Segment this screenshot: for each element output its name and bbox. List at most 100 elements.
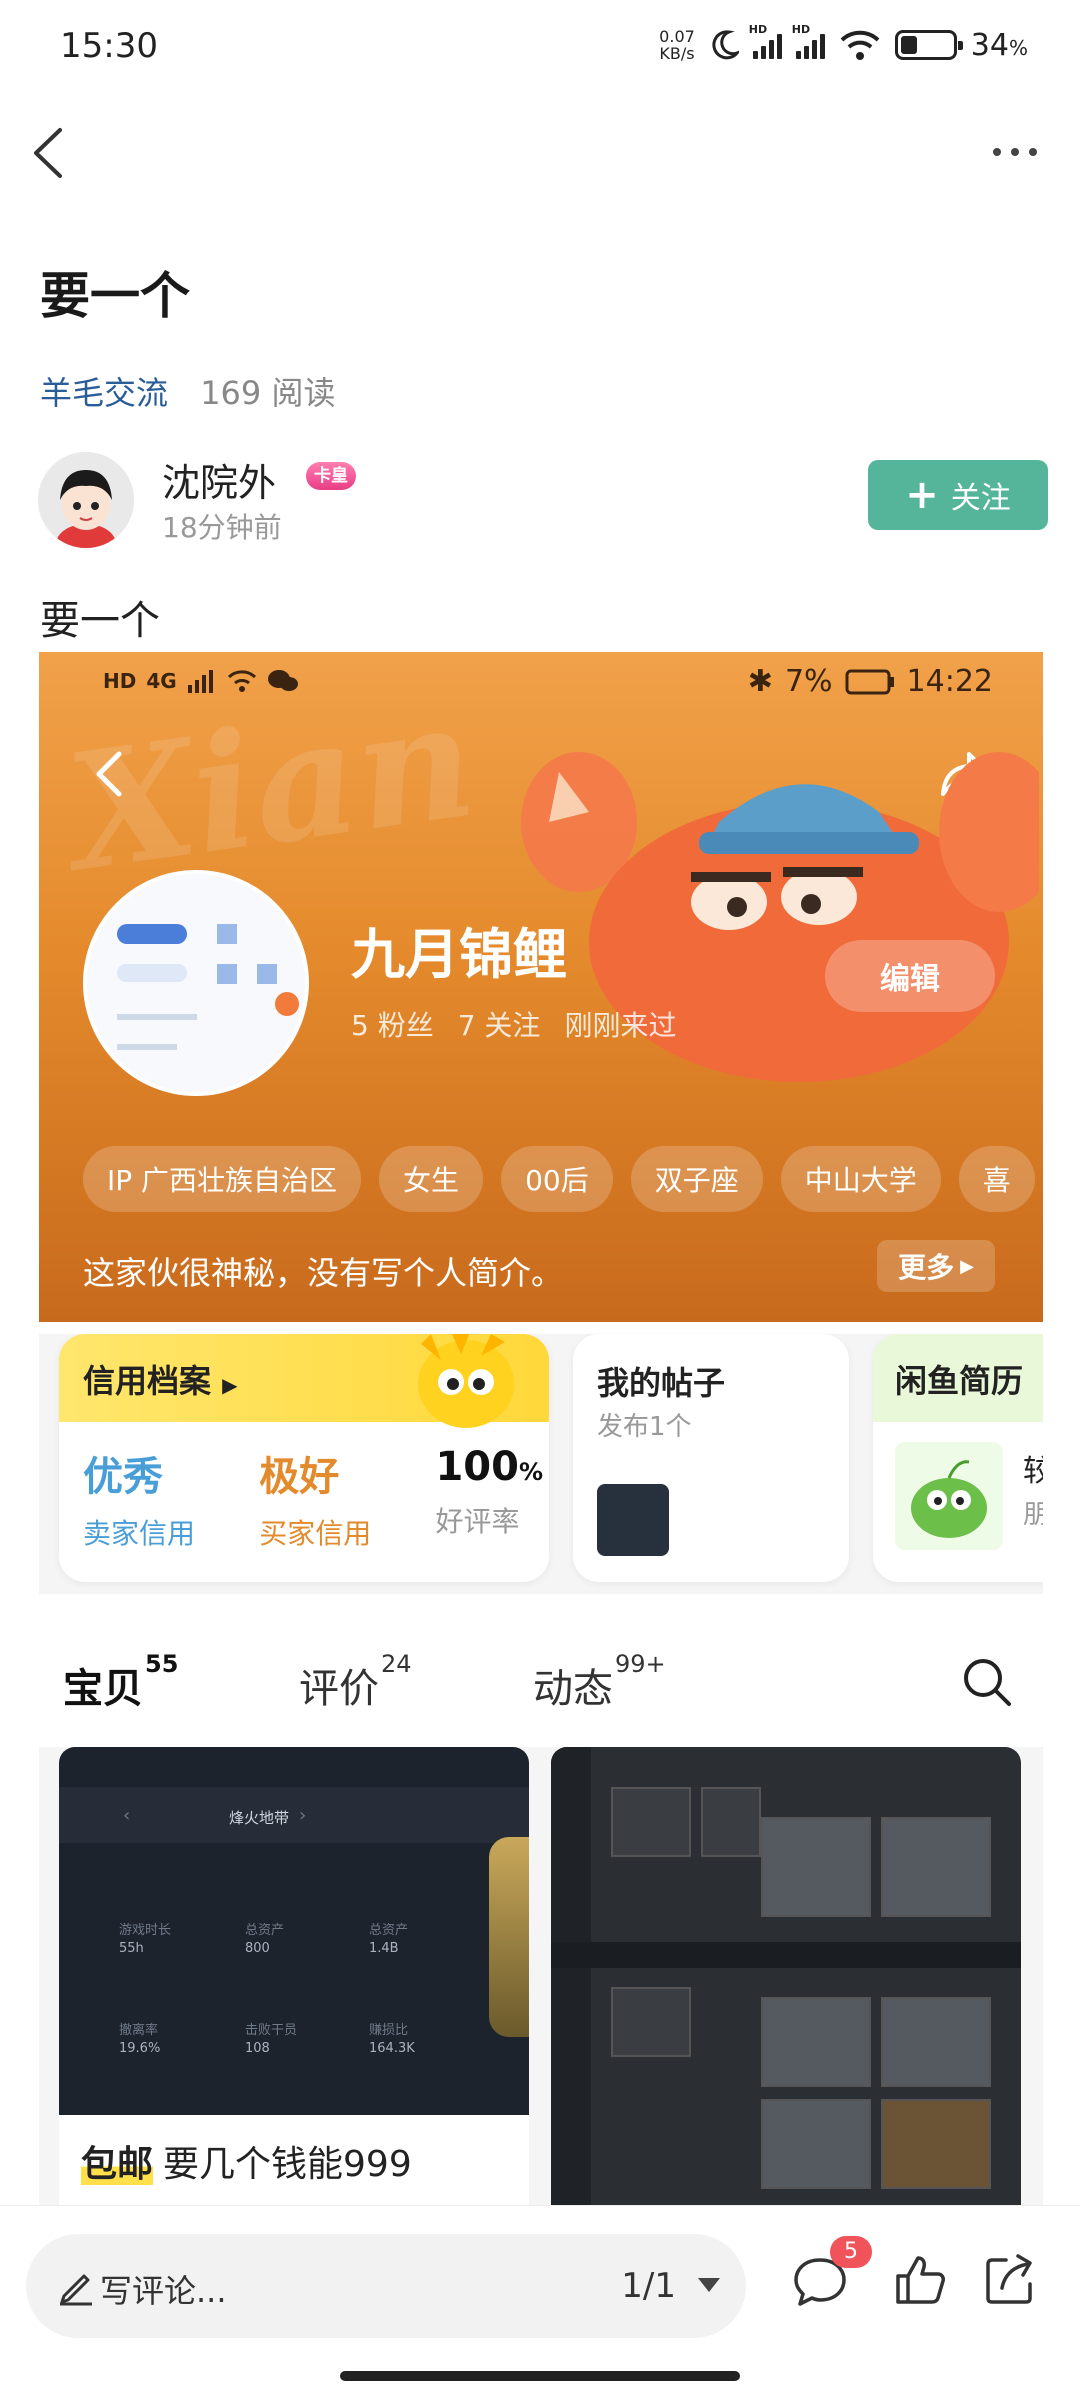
profile-tag: IP 广西壮族自治区: [83, 1146, 362, 1212]
resume-card-line1: 较: [1023, 1454, 1043, 1489]
follow-button[interactable]: + 关注: [868, 460, 1048, 530]
embedded-network: 4G: [146, 669, 177, 693]
post-body: 要一个: [40, 598, 160, 644]
author-name[interactable]: 沈院外: [162, 452, 276, 507]
tab-activity[interactable]: 动态99+: [533, 1650, 666, 1714]
bluetooth-icon: ✱: [747, 664, 773, 699]
signal-1-label: HD: [748, 23, 768, 36]
net-speed: 0.07 KB/s: [659, 28, 695, 62]
game-stat-label: 击败干员: [245, 2023, 298, 2038]
crown-badge: 卡皇: [306, 462, 356, 490]
positive-rate-value: 100%: [435, 1444, 543, 1490]
profile-tag: 喜: [958, 1146, 1035, 1212]
post-title: 要一个: [40, 267, 190, 325]
fans-count[interactable]: 5 粉丝: [351, 1004, 434, 1044]
more-button[interactable]: 更多 ▶: [877, 1240, 995, 1292]
resume-card-line2: 朋: [1023, 1500, 1043, 1530]
last-seen: 刚刚来过: [564, 1009, 677, 1042]
category-link[interactable]: 羊毛交流: [40, 374, 168, 412]
back-icon[interactable]: [20, 118, 80, 188]
signal-2-label: HD: [791, 23, 811, 36]
net-speed-value: 0.07: [659, 27, 695, 46]
home-indicator[interactable]: [340, 2371, 740, 2381]
seller-credit-value: 优秀: [83, 1454, 163, 1500]
like-icon[interactable]: [890, 2250, 950, 2310]
status-icons: 0.07 KB/s HD HD 34%: [659, 22, 1028, 68]
page-indicator[interactable]: 1/1: [621, 2266, 676, 2306]
plus-icon: +: [905, 472, 939, 518]
credit-card-title: 信用档案 ▶: [83, 1362, 238, 1400]
embedded-signal-icon: [187, 670, 213, 693]
item-title: 包邮 要几个钱能999: [81, 2135, 412, 2187]
post-meta: 羊毛交流 169 阅读: [40, 368, 335, 414]
item-grid: ‹ 烽火地带 › 游戏时长 55h 总资产 800 总资产 1.4B 撤离率 1…: [39, 1747, 1043, 2207]
wechat-icon: [267, 670, 298, 691]
share-out-icon[interactable]: [980, 2250, 1040, 2310]
seller-credit-label: 卖家信用: [83, 1517, 196, 1550]
game-stat-label: 赚损比: [369, 2023, 409, 2038]
embedded-time: 14:22: [906, 664, 993, 699]
profile-cards: 信用档案 ▶ 优秀 卖家信用 极好 买家信用 100% 好评率 我的帖子 发布1…: [39, 1334, 1043, 1594]
profile-back-icon[interactable]: [89, 744, 129, 804]
avatar[interactable]: [38, 452, 134, 548]
author-row: 沈院外 卡皇 18分钟前 + 关注: [38, 452, 1048, 552]
seller-credit: 优秀 卖家信用: [83, 1444, 195, 1564]
profile-avatar-image: [87, 874, 305, 1092]
comment-input[interactable]: 写评论... 1/1: [26, 2234, 746, 2338]
profile-tags: IP 广西壮族自治区 女生 00后 双子座 中山大学 喜: [83, 1146, 1035, 1212]
game-stat-label: 游戏时长: [119, 1923, 172, 1938]
game-stat-label: 总资产: [245, 1923, 285, 1938]
my-posts-card[interactable]: 我的帖子 发布1个: [573, 1334, 849, 1582]
profile-header: Xian HD 4G ✱ 7% 14:22 九月锦鲤 5 粉丝 7 关注 刚刚来…: [39, 652, 1043, 1322]
profile-tag: 女生: [379, 1146, 484, 1212]
tab-items[interactable]: 宝贝55: [63, 1650, 178, 1714]
game-stat-value: 55h: [119, 1941, 144, 1956]
moon-icon: [712, 30, 739, 60]
profile-tag: 00后: [501, 1146, 613, 1212]
more-options-icon[interactable]: [980, 132, 1050, 172]
resume-card[interactable]: 闲鱼简历 较 朋: [873, 1334, 1043, 1582]
edit-profile-button[interactable]: 编辑: [825, 940, 995, 1012]
green-fish-icon: [911, 1460, 987, 1538]
item-card[interactable]: ‹ 烽火地带 › 游戏时长 55h 总资产 800 总资产 1.4B 撤离率 1…: [59, 1747, 529, 2207]
comment-placeholder: 写评论...: [100, 2272, 227, 2310]
buyer-credit-label: 买家信用: [259, 1517, 372, 1550]
embedded-status-bar: HD 4G ✱ 7% 14:22: [39, 652, 1043, 712]
embedded-battery: 7%: [784, 664, 833, 699]
wifi-icon: [840, 30, 880, 60]
game-header: 烽火地带: [229, 1809, 290, 1827]
post-image[interactable]: Xian HD 4G ✱ 7% 14:22 九月锦鲤 5 粉丝 7 关注 刚刚来…: [39, 652, 1043, 2207]
follow-label: 关注: [950, 481, 1011, 516]
signal-1-icon: HD: [749, 23, 782, 59]
comment-count-badge: 5: [830, 2236, 872, 2268]
positive-rate-label: 好评率: [435, 1505, 520, 1538]
avatar-image: [38, 452, 134, 548]
more-label: 更多: [898, 1251, 955, 1284]
profile-avatar[interactable]: [83, 870, 309, 1096]
status-bar: 15:30 0.07 KB/s HD HD 34%: [0, 0, 1080, 90]
game-stat-value: 164.3K: [369, 2041, 415, 2056]
search-icon[interactable]: [957, 1652, 1017, 1712]
following-count[interactable]: 7 关注: [458, 1004, 541, 1044]
item-card[interactable]: [551, 1747, 1021, 2207]
buyer-credit: 极好 买家信用: [259, 1444, 371, 1564]
read-count: 169 阅读: [200, 374, 336, 412]
battery-icon: [894, 30, 963, 60]
item-image: [551, 1747, 1021, 2207]
tab-reviews[interactable]: 评价24: [299, 1650, 412, 1714]
game-stat-label: 总资产: [369, 1923, 409, 1938]
game-stat-value: 19.6%: [119, 2041, 161, 2056]
caret-down-icon[interactable]: [698, 2278, 720, 2292]
positive-rate: 100% 好评率: [435, 1444, 543, 1564]
resume-thumbnail: [895, 1442, 1003, 1550]
resume-card-title: 闲鱼简历: [895, 1362, 1024, 1400]
embedded-battery-icon: [845, 669, 894, 694]
profile-stats: 5 粉丝 7 关注 刚刚来过: [351, 1004, 676, 1044]
embedded-wifi-icon: [227, 670, 256, 692]
status-time: 15:30: [60, 26, 158, 66]
item-title-text: 要几个钱能999: [163, 2144, 412, 2185]
profile-bio: 这家伙很神秘，没有写个人简介。: [83, 1254, 564, 1292]
credit-card[interactable]: 信用档案 ▶ 优秀 卖家信用 极好 买家信用 100% 好评率: [59, 1334, 549, 1582]
crab-mascot-image: [521, 752, 1039, 1082]
profile-tabs: 宝贝55 评价24 动态99+: [39, 1642, 1043, 1732]
